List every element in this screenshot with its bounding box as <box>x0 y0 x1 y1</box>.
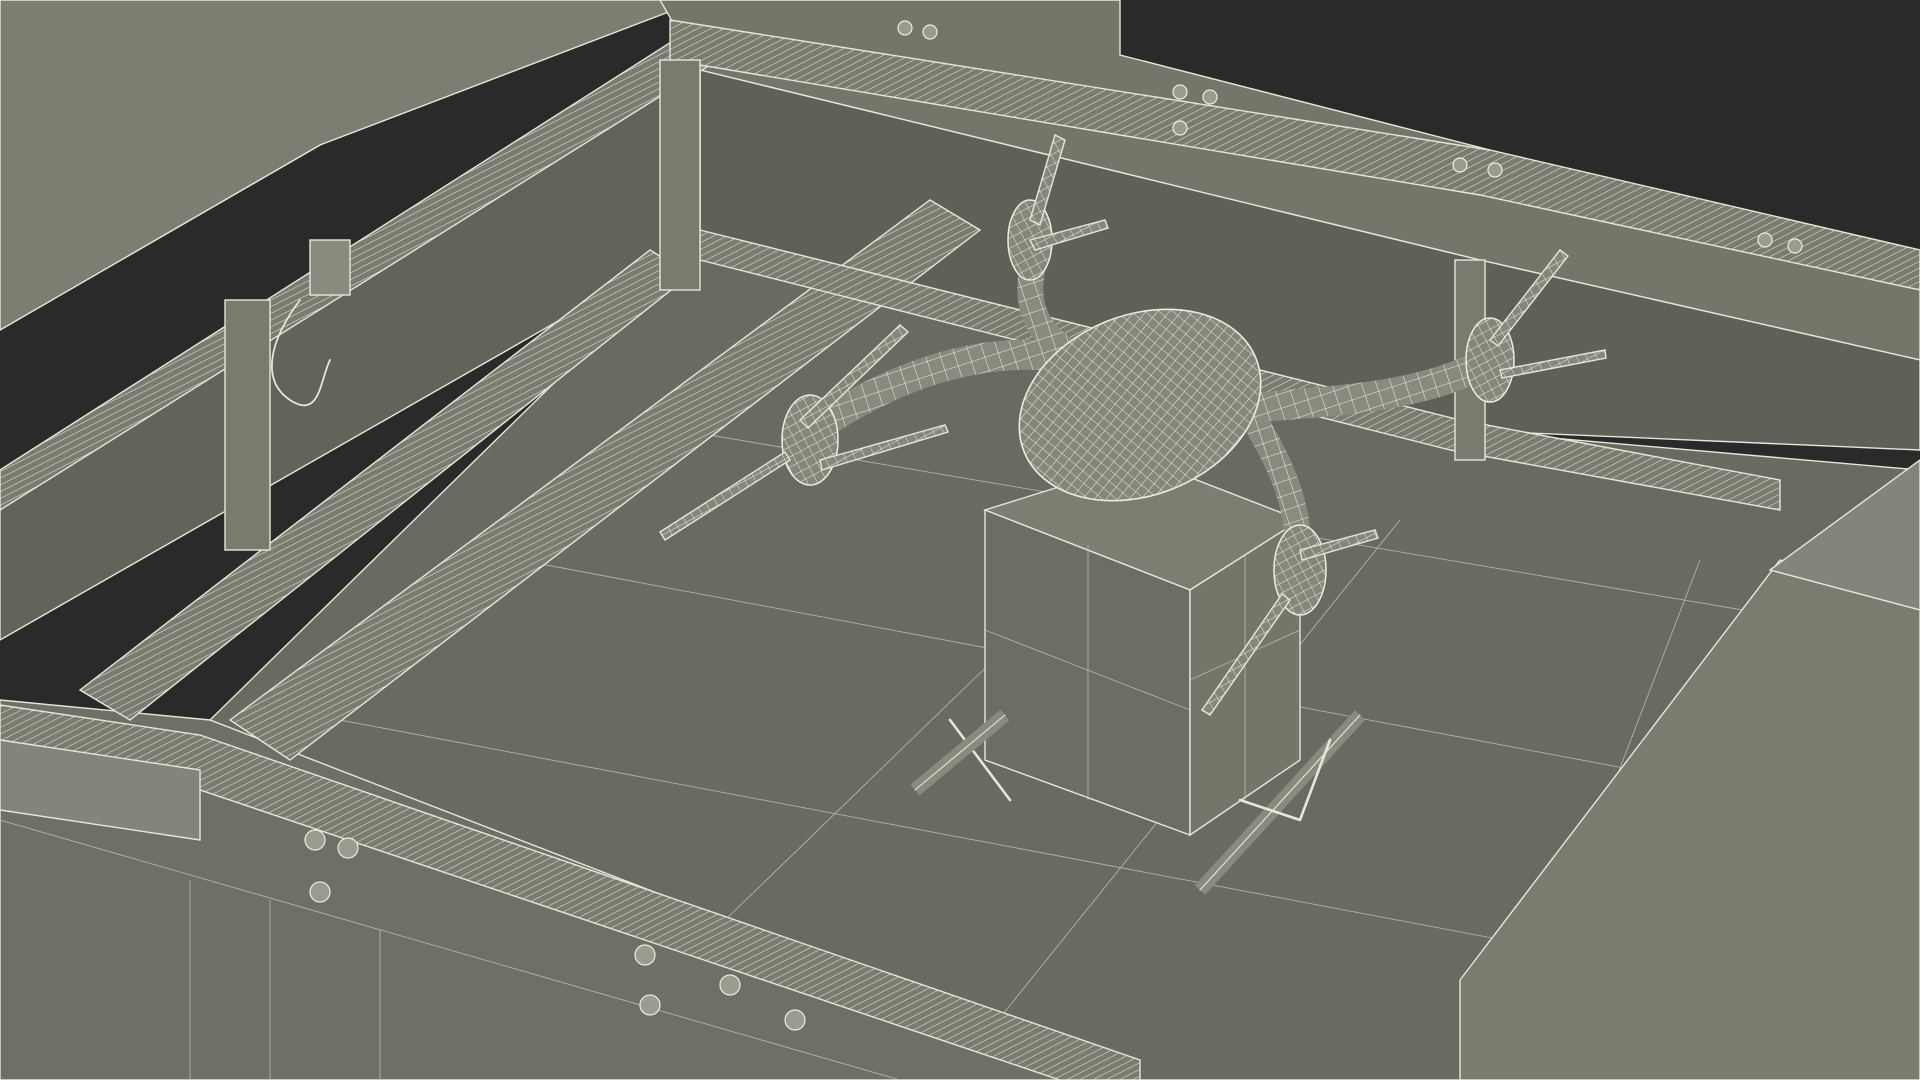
wireframe-render <box>0 0 1920 1080</box>
